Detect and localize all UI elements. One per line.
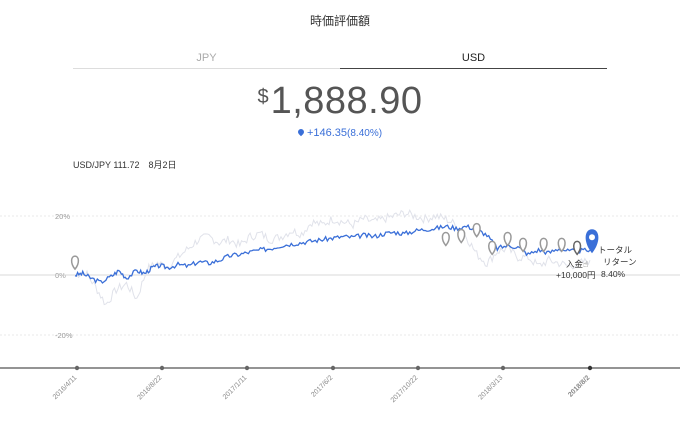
performance-chart: 20% 0% -20% 2016/4/11 2016/8/22 2017/1/11 2017… <box>0 208 680 404</box>
x-tick-dot <box>74 365 80 371</box>
x-tick-label: 2016/4/11 <box>52 374 79 401</box>
return-percent: 8.40% <box>601 269 626 279</box>
x-tick-dot <box>159 365 165 371</box>
hand-icon: ☝ <box>583 259 588 269</box>
x-tick-label: 2017/6/2 <box>310 374 334 398</box>
event-marker-icon <box>503 231 512 247</box>
x-tick-label: 2017/10/22 <box>390 374 420 404</box>
deposit-amount: +10,000円 <box>556 270 595 280</box>
x-tick-label: 2017/1/11 <box>222 374 249 401</box>
x-tick-dot <box>500 365 506 371</box>
event-marker-icon <box>539 237 548 253</box>
x-tick-label: 2018/3/13 <box>477 374 504 401</box>
current-position-icon-hole <box>589 234 595 241</box>
x-tick-dot <box>587 365 593 371</box>
event-marker-icon <box>70 255 80 271</box>
event-marker-icon <box>472 222 481 238</box>
y-tick-label: 20% <box>55 212 70 221</box>
benchmark-line <box>74 208 591 306</box>
y-tick-label: 0% <box>55 271 66 280</box>
return-label-2: リターン <box>603 257 637 267</box>
return-label-1: トータル <box>598 245 633 255</box>
x-tick-dot <box>415 365 421 371</box>
deposit-label: 入金 <box>566 259 584 269</box>
event-marker-icon <box>457 228 466 244</box>
current-position-icon <box>585 229 599 254</box>
portfolio-line <box>74 223 591 284</box>
event-marker-icon <box>488 240 497 256</box>
x-tick-dot <box>330 365 336 371</box>
y-tick-label: -20% <box>55 331 73 340</box>
x-tick-label: 2018/8/2 <box>567 374 591 398</box>
x-tick-dot <box>244 365 250 371</box>
event-marker-icon <box>441 231 450 247</box>
x-tick-label: 2016/8/22 <box>136 374 163 401</box>
event-marker-icon <box>518 237 528 253</box>
